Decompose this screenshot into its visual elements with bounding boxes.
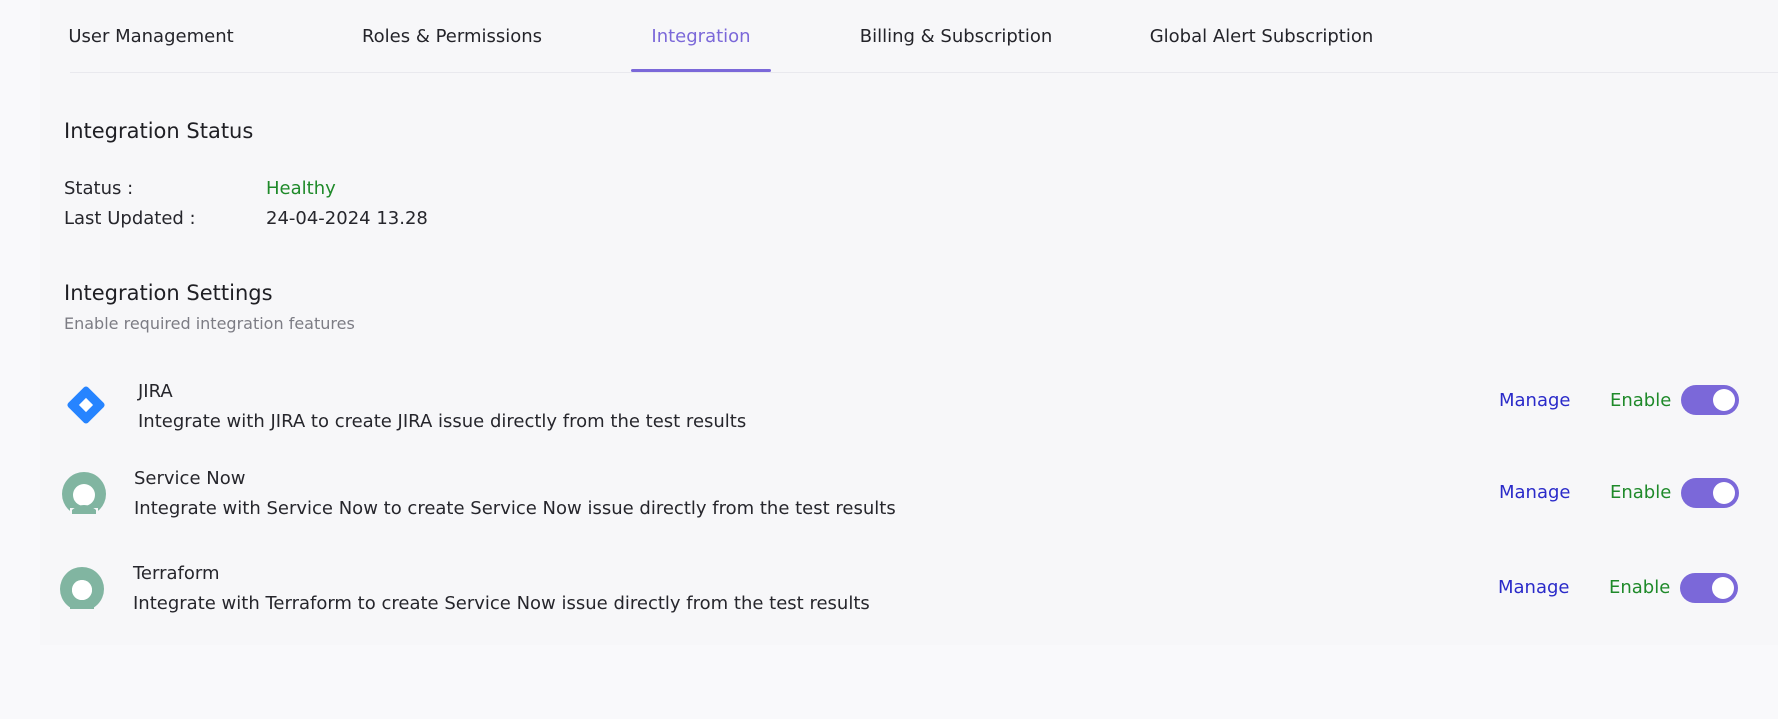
tab-divider: [70, 72, 1778, 73]
integration-settings-subtitle: Enable required integration features: [64, 314, 355, 333]
enable-label: Enable: [1610, 482, 1672, 503]
settings-panel: User Management Roles & Permissions Inte…: [40, 0, 1778, 645]
integration-settings-title: Integration Settings: [64, 281, 273, 305]
enable-label: Enable: [1609, 577, 1671, 598]
manage-jira-link[interactable]: Manage: [1499, 390, 1571, 411]
servicenow-icon: [58, 565, 106, 615]
service-now-enable-toggle[interactable]: [1681, 478, 1739, 508]
integration-status-title: Integration Status: [64, 119, 254, 143]
jira-enable-toggle[interactable]: [1681, 385, 1739, 415]
integration-name: JIRA: [138, 381, 173, 402]
enable-label: Enable: [1610, 390, 1672, 411]
tab-user-management[interactable]: User Management: [68, 0, 233, 72]
status-label: Status :: [64, 178, 134, 199]
tab-roles-permissions[interactable]: Roles & Permissions: [353, 0, 551, 72]
tab-billing-subscription[interactable]: Billing & Subscription: [860, 0, 1053, 72]
toggle-knob: [1713, 482, 1735, 504]
integration-name: Service Now: [134, 468, 246, 489]
integration-row-service-now: Service Now Integrate with Service Now t…: [40, 458, 1778, 538]
last-updated-value: 24-04-2024 13.28: [266, 208, 428, 229]
last-updated-label: Last Updated :: [64, 208, 196, 229]
integration-row-terraform: Terraform Integrate with Terraform to cr…: [40, 553, 1778, 633]
integration-name: Terraform: [133, 563, 220, 584]
tab-global-alert-subscription[interactable]: Global Alert Subscription: [1150, 0, 1374, 72]
integration-description: Integrate with Service Now to create Ser…: [134, 498, 896, 519]
integration-description: Integrate with Terraform to create Servi…: [133, 593, 870, 614]
jira-icon: [62, 381, 110, 429]
toggle-knob: [1713, 389, 1735, 411]
toggle-knob: [1712, 577, 1734, 599]
manage-service-now-link[interactable]: Manage: [1499, 482, 1571, 503]
integration-row-jira: JIRA Integrate with JIRA to create JIRA …: [40, 367, 1778, 447]
terraform-enable-toggle[interactable]: [1680, 573, 1738, 603]
status-value: Healthy: [266, 178, 336, 199]
servicenow-icon: [60, 470, 108, 520]
integration-description: Integrate with JIRA to create JIRA issue…: [138, 411, 747, 432]
tab-bar: User Management Roles & Permissions Inte…: [40, 0, 1778, 72]
manage-terraform-link[interactable]: Manage: [1498, 577, 1570, 598]
tab-integration[interactable]: Integration: [631, 0, 771, 72]
